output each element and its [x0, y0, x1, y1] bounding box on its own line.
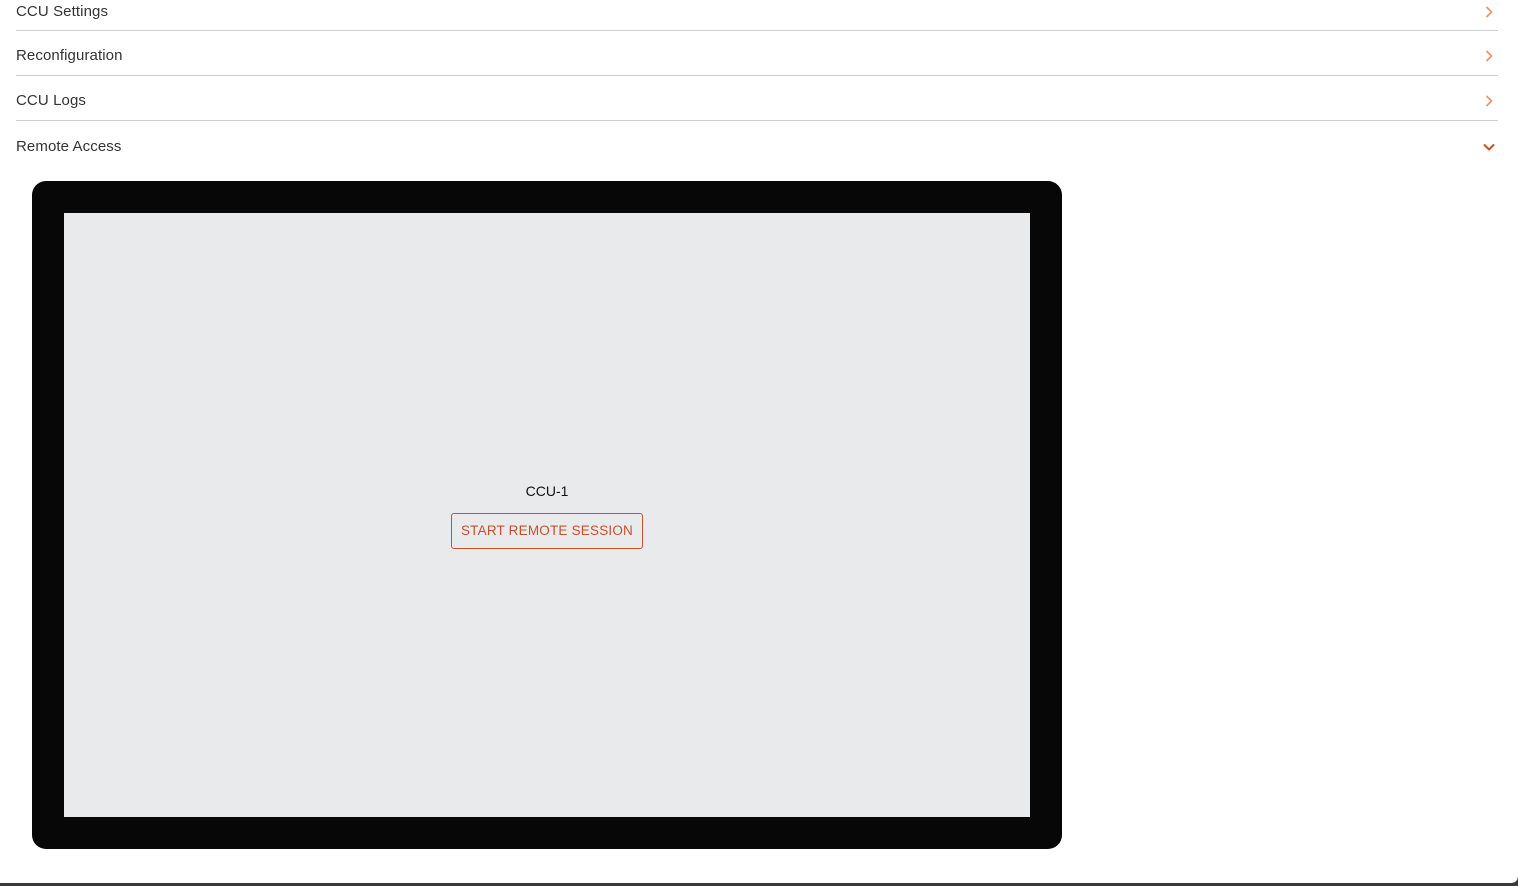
chevron-down-icon [1482, 140, 1496, 154]
accordion-item-label: CCU Logs [16, 92, 86, 109]
chevron-right-icon [1482, 5, 1496, 19]
device-name-label: CCU-1 [525, 483, 569, 499]
remote-device-frame: CCU-1 START REMOTE SESSION [32, 181, 1062, 849]
window-corner [1512, 877, 1518, 883]
accordion-item-label: Remote Access [16, 138, 122, 155]
accordion-item-ccu-logs[interactable]: CCU Logs [16, 76, 1498, 121]
remote-screen-viewport: CCU-1 START REMOTE SESSION [64, 213, 1030, 817]
accordion-item-ccu-settings[interactable]: CCU Settings [16, 0, 1498, 31]
accordion-item-label: Reconfiguration [16, 47, 123, 64]
page: CCU Settings Reconfiguration CCU Logs Re… [0, 0, 1518, 886]
accordion-item-label: CCU Settings [16, 3, 109, 20]
accordion-item-reconfiguration[interactable]: Reconfiguration [16, 31, 1498, 76]
accordion-item-remote-access[interactable]: Remote Access [16, 121, 1498, 166]
chevron-right-icon [1482, 49, 1496, 63]
settings-accordion: CCU Settings Reconfiguration CCU Logs Re… [16, 0, 1498, 166]
start-remote-session-button[interactable]: START REMOTE SESSION [451, 513, 643, 549]
chevron-right-icon [1482, 94, 1496, 108]
